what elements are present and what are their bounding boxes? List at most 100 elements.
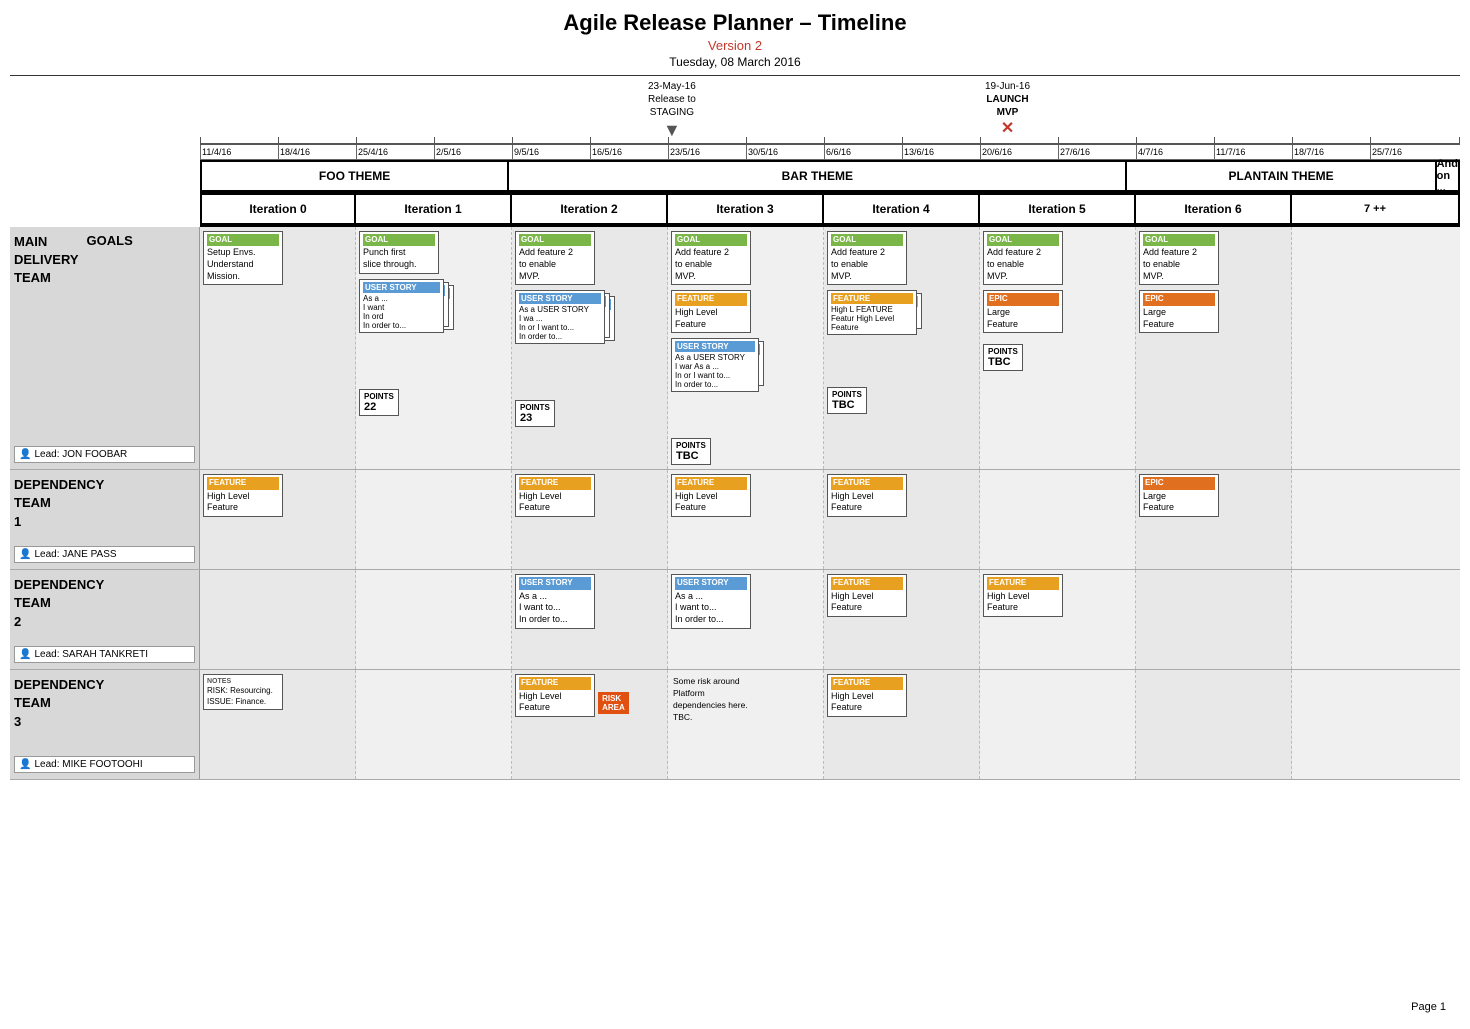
team-dep1-label: DEPENDENCYTEAM1 👤 Lead: JANE PASS — [10, 470, 200, 569]
milestone-mvp: 19-Jun-16 LAUNCH MVP ✕ — [985, 80, 1030, 140]
date-tick: 25/7/16 — [1370, 145, 1460, 159]
date-tick: 4/7/16 — [1136, 145, 1214, 159]
page-number: Page 1 — [1411, 1001, 1446, 1013]
iter-0-header: Iteration 0 — [200, 193, 356, 225]
version-label: Version 2 — [10, 38, 1460, 53]
main-iter4-col: GOAL Add feature 2to enableMVP. FEATURE … — [824, 227, 980, 469]
dep1-iter3: FEATURE High LevelFeature — [668, 470, 824, 569]
team-dep2-label: DEPENDENCYTEAM2 👤 Lead: SARAH TANKRETI — [10, 570, 200, 669]
goal-card: GOAL Setup Envs.UnderstandMission. — [203, 231, 283, 285]
epic-card: EPIC LargeFeature — [983, 290, 1063, 333]
main-iter3-col: GOAL Add feature 2to enableMVP. FEATURE … — [668, 227, 824, 469]
main-iter0-col: GOAL Setup Envs.UnderstandMission. — [200, 227, 356, 469]
person-icon: 👤 — [19, 449, 31, 460]
team-dep1-row: DEPENDENCYTEAM1 👤 Lead: JANE PASS FEATUR… — [10, 470, 1460, 570]
feature-card: FEATURE High LevelFeature — [827, 474, 907, 517]
dep1-iter4: FEATURE High LevelFeature — [824, 470, 980, 569]
dep2-iter1 — [356, 570, 512, 669]
theme-bar: BAR THEME — [509, 160, 1127, 192]
team-main-row: MAINDELIVERYTEAM GOALS 👤 Lead: JON FOOBA… — [10, 227, 1460, 470]
points-box: POINTS TBC — [671, 438, 711, 465]
dep3-iter4: FEATURE High LevelFeature — [824, 670, 980, 779]
risk-badge: RISKAREA — [598, 692, 629, 714]
points-box: POINTS TBC — [983, 344, 1023, 371]
user-story-card: USER STORY As a ...I want to...In order … — [515, 574, 595, 628]
main-iter1-col: GOAL Punch firstslice through. USER STOR… — [356, 227, 512, 469]
team-main-goals: GOALS — [87, 233, 133, 288]
dep1-iter1 — [356, 470, 512, 569]
date-tick: 6/6/16 — [824, 145, 902, 159]
user-story-card: USER STORY As a ...I want to...In order … — [671, 574, 751, 628]
dep2-iter2: USER STORY As a ...I want to...In order … — [512, 570, 668, 669]
iter-5-header: Iteration 5 — [980, 193, 1136, 225]
main-iter7-col — [1292, 227, 1460, 469]
date-tick: 13/6/16 — [902, 145, 980, 159]
team-dep1-lead: 👤 Lead: JANE PASS — [14, 546, 195, 563]
date-tick: 11/7/16 — [1214, 145, 1292, 159]
date-tick: 23/5/16 — [668, 145, 746, 159]
main-iter6-col: GOAL Add feature 2to enableMVP. EPIC Lar… — [1136, 227, 1292, 469]
iter-3-header: Iteration 3 — [668, 193, 824, 225]
milestones-area: 23-May-16 Release to STAGING ▼ 19-Jun-16… — [200, 80, 1460, 145]
page-title: Agile Release Planner – Timeline — [10, 10, 1460, 36]
dep3-iter0: NOTES RISK: Resourcing.ISSUE: Finance. — [200, 670, 356, 779]
feature-card: FEATURE High LevelFeature — [203, 474, 283, 517]
team-dep3-name: DEPENDENCYTEAM3 — [14, 676, 195, 731]
date-tick: 11/4/16 — [200, 145, 278, 159]
theme-row: FOO THEME BAR THEME PLANTAIN THEME And o… — [200, 160, 1460, 193]
notes-card: NOTES RISK: Resourcing.ISSUE: Finance. — [203, 674, 283, 710]
dep2-iter7 — [1292, 570, 1460, 669]
team-dep2-row: DEPENDENCYTEAM2 👤 Lead: SARAH TANKRETI U… — [10, 570, 1460, 670]
date-tick: 18/7/16 — [1292, 145, 1370, 159]
dep2-iter4: FEATURE High LevelFeature — [824, 570, 980, 669]
dep2-iter6 — [1136, 570, 1292, 669]
date-tick: 20/6/16 — [980, 145, 1058, 159]
date-tick: 18/4/16 — [278, 145, 356, 159]
staging-arrow-icon: ▼ — [663, 120, 681, 140]
theme-andon: And on ... — [1437, 160, 1460, 192]
iter-2-header: Iteration 2 — [512, 193, 668, 225]
goal-card: GOAL Punch firstslice through. — [359, 231, 439, 274]
feature-card: FEATURE High LevelFeature — [827, 674, 907, 717]
person-icon: 👤 — [19, 549, 31, 560]
points-box: POINTS 22 — [359, 389, 399, 416]
dep2-iter0 — [200, 570, 356, 669]
page: Agile Release Planner – Timeline Version… — [0, 0, 1470, 800]
date-ruler: 11/4/16 18/4/16 25/4/16 2/5/16 9/5/16 16… — [200, 145, 1460, 160]
points-box: POINTS TBC — [827, 387, 867, 414]
dep3-iter2: FEATURE High LevelFeature RISKAREA — [512, 670, 668, 779]
dep1-iter0: FEATURE High LevelFeature — [200, 470, 356, 569]
team-dep2-lead: 👤 Lead: SARAH TANKRETI — [14, 646, 195, 663]
date-tick: 16/5/16 — [590, 145, 668, 159]
risk-note: Some risk aroundPlatformdependencies her… — [671, 674, 820, 726]
feature-card: FEATURE High LevelFeature — [515, 674, 595, 717]
feature-card: FEATURE High LevelFeature — [827, 574, 907, 617]
points-box: POINTS 23 — [515, 400, 555, 427]
person-icon: 👤 — [19, 649, 31, 660]
main-iter2-col: GOAL Add feature 2to enableMVP. USER STO… — [512, 227, 668, 469]
dep2-iter5: FEATURE High LevelFeature — [980, 570, 1136, 669]
top-divider — [10, 75, 1460, 76]
dep3-iter7 — [1292, 670, 1460, 779]
dep3-iter3: Some risk aroundPlatformdependencies her… — [668, 670, 824, 779]
team-dep1-name: DEPENDENCYTEAM1 — [14, 476, 195, 531]
goal-card: GOAL Add feature 2to enableMVP. — [983, 231, 1063, 285]
iteration-row: Iteration 0 Iteration 1 Iteration 2 Iter… — [200, 193, 1460, 227]
user-story-stack: USER STORY As a ...I want to...In order … — [359, 279, 444, 333]
mvp-x-icon: ✕ — [1001, 120, 1014, 137]
goal-card: GOAL Add feature 2to enableMVP. — [827, 231, 907, 285]
goal-card: GOAL Add feature 2to enableMVP. — [515, 231, 595, 285]
dep2-iter3: USER STORY As a ...I want to...In order … — [668, 570, 824, 669]
date-tick: 25/4/16 — [356, 145, 434, 159]
iter-6-header: Iteration 6 — [1136, 193, 1292, 225]
feature-card: FEATURE High LevelFeature — [671, 290, 751, 333]
feature-stack: FEATURE High LevelFeature FEATURE High L… — [827, 290, 917, 335]
date-label: Tuesday, 08 March 2016 — [10, 55, 1460, 69]
date-tick: 27/6/16 — [1058, 145, 1136, 159]
goal-card: GOAL Add feature 2to enableMVP. — [671, 231, 751, 285]
team-dep3-lead: 👤 Lead: MIKE FOOTOOHI — [14, 756, 195, 773]
user-story-stack-2: USER STORY As a ...I want to...In order … — [515, 290, 605, 344]
person-icon: 👤 — [19, 759, 31, 770]
theme-plantain: PLANTAIN THEME — [1127, 160, 1436, 192]
team-main-lead: 👤 Lead: JON FOOBAR — [14, 446, 195, 463]
